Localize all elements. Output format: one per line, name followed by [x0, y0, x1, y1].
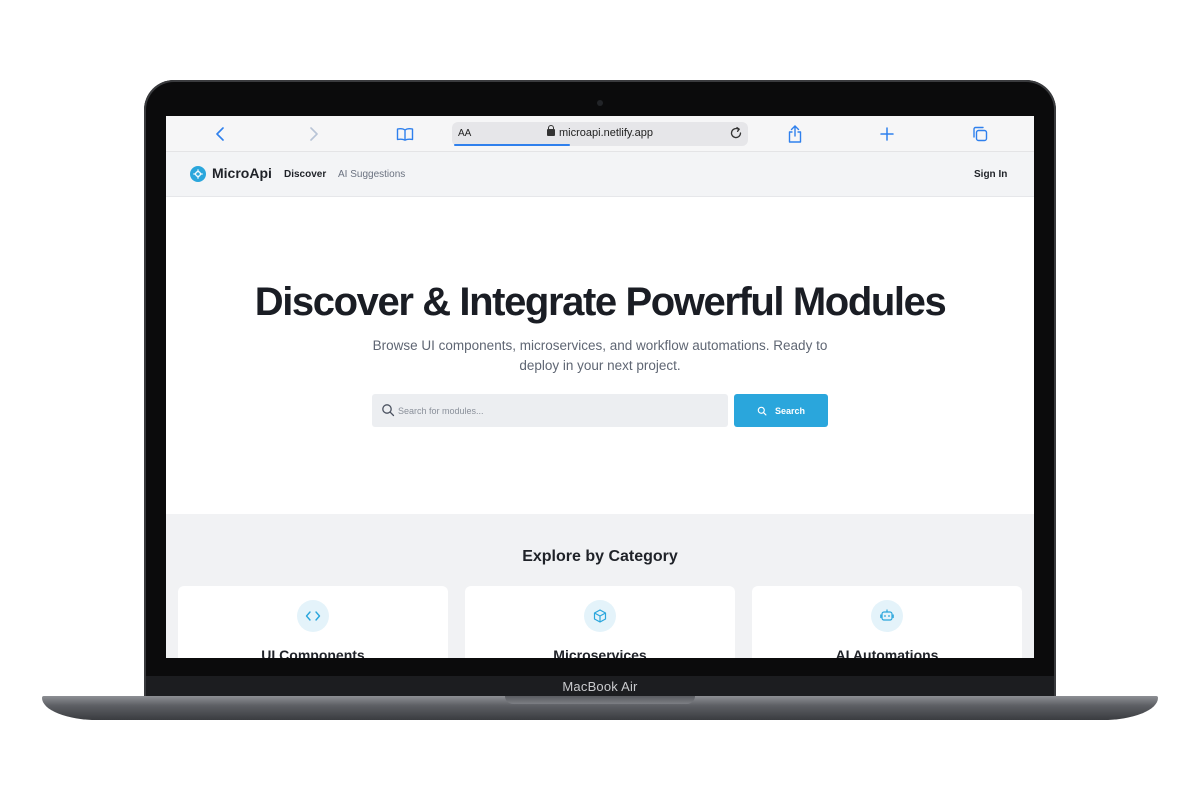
hero-subtitle: Browse UI components, microservices, and…	[372, 338, 828, 373]
category-title: Explore by Category	[522, 548, 678, 565]
chevron-right-icon[interactable]	[302, 123, 324, 145]
bot-icon	[871, 600, 903, 632]
code-icon	[297, 600, 329, 632]
hero-title: Discover & Integrate Powerful Modules	[254, 280, 947, 324]
nav-link-discover[interactable]: Discover	[284, 169, 326, 180]
tabs-icon[interactable]	[969, 123, 991, 145]
chevron-left-icon[interactable]	[210, 123, 232, 145]
bottom-bezel: MacBook Air	[146, 676, 1054, 696]
screen: AA microapi.netlify.app MicroApi Discove…	[166, 116, 1034, 658]
url-display: microapi.netlify.app	[452, 125, 748, 139]
category-card-label: UI Components	[261, 647, 365, 658]
search-button-label: Search	[774, 405, 806, 416]
page-load-progress	[454, 144, 570, 146]
sign-in-button[interactable]: Sign In	[974, 169, 1007, 180]
category-section: Explore by Category UI Components Micros…	[166, 514, 1034, 658]
category-card-microservices[interactable]: Microservices	[465, 586, 735, 658]
share-icon[interactable]	[784, 123, 806, 145]
logo-text[interactable]: MicroApi	[212, 165, 272, 181]
category-card-ui-components[interactable]: UI Components	[178, 586, 448, 658]
search-icon	[381, 403, 395, 417]
logo-icon[interactable]	[190, 166, 206, 182]
laptop-notch	[505, 696, 695, 704]
cube-icon	[584, 600, 616, 632]
nav-link-ai-suggestions[interactable]: AI Suggestions	[338, 169, 405, 180]
reload-icon[interactable]	[728, 125, 744, 141]
url-text: microapi.netlify.app	[559, 127, 653, 139]
category-card-ai-automations[interactable]: AI Automations	[752, 586, 1022, 658]
plus-icon[interactable]	[876, 123, 898, 145]
search-icon	[757, 406, 767, 415]
category-card-label: AI Automations	[835, 647, 939, 658]
camera	[597, 100, 603, 106]
search-button[interactable]: Search	[734, 394, 828, 427]
search-input[interactable]	[398, 394, 718, 427]
address-bar[interactable]: AA microapi.netlify.app	[452, 122, 748, 146]
browser-toolbar: AA microapi.netlify.app	[166, 116, 1034, 152]
book-icon[interactable]	[394, 123, 416, 145]
site-header: MicroApi Discover AI Suggestions Sign In	[166, 152, 1034, 197]
category-card-label: Microservices	[553, 647, 647, 658]
lock-icon	[547, 125, 556, 136]
device-label: MacBook Air	[562, 678, 638, 694]
search-box	[372, 394, 728, 427]
